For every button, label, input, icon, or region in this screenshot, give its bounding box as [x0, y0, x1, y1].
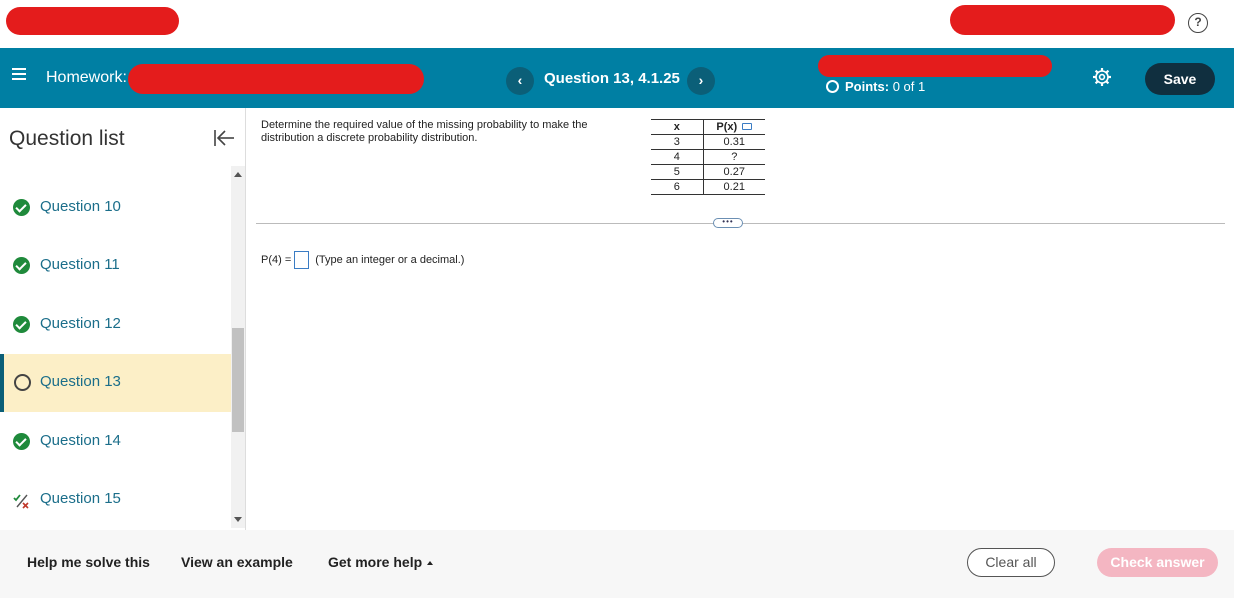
get-more-help-label: Get more help: [328, 554, 423, 570]
question-list-item-10[interactable]: Question 10: [0, 179, 231, 237]
table-row: 4 ?: [651, 149, 765, 165]
question-content: Determine the required value of the miss…: [247, 108, 1234, 530]
correct-check-icon: [13, 316, 30, 333]
question-list-title: Question list: [9, 127, 125, 150]
points-label: Points:: [845, 79, 890, 94]
scrollbar-thumb[interactable]: [232, 328, 244, 432]
question-list-item-14[interactable]: Question 14: [0, 413, 231, 471]
table-cell-px: ?: [731, 151, 738, 163]
points-indicator: Points: 0 of 1: [826, 79, 925, 94]
table-cell-px: 0.31: [723, 136, 745, 148]
question-item-label: Question 12: [40, 315, 121, 332]
homework-header: Homework: ‹ Question 13, 4.1.25 › Points…: [0, 48, 1234, 108]
action-footer: Help me solve this View an example Get m…: [0, 530, 1234, 598]
question-list-scrollbar[interactable]: [231, 166, 245, 528]
answer-input[interactable]: [294, 251, 310, 269]
partial-credit-icon: [13, 494, 29, 509]
question-item-label: Question 15: [40, 490, 121, 507]
question-list-item-11[interactable]: Question 11: [0, 237, 231, 295]
table-row: 3 0.31: [651, 134, 765, 150]
question-list-item-15[interactable]: Question 15: [0, 471, 231, 529]
question-item-label: Question 13: [40, 373, 121, 390]
redacted-score: [818, 55, 1052, 77]
scroll-down-arrow-icon[interactable]: [234, 517, 242, 522]
redacted-course-name: [950, 5, 1175, 35]
answer-row: P(4) = (Type an integer or a decimal.): [261, 251, 464, 269]
question-list-item-13[interactable]: Question 13: [0, 354, 231, 412]
previous-question-button[interactable]: ‹: [506, 67, 534, 95]
expand-more-button[interactable]: •••: [713, 218, 743, 228]
table-cell-x: 6: [651, 179, 704, 195]
question-title: Question 13, 4.1.25: [544, 70, 680, 87]
table-row: 5 0.27: [651, 164, 765, 180]
check-answer-button[interactable]: Check answer: [1097, 548, 1218, 577]
homework-title: Homework:: [46, 69, 127, 86]
redacted-homework-name: [128, 64, 424, 94]
menu-icon[interactable]: [12, 68, 26, 80]
top-strip: ?: [0, 0, 1234, 48]
copy-table-icon[interactable]: [742, 123, 753, 130]
next-question-button[interactable]: ›: [687, 67, 715, 95]
question-list-panel: Question list Question 10 Question 11 Qu…: [0, 108, 246, 530]
points-value: 0 of 1: [892, 79, 926, 94]
table-row: 6 0.21: [651, 179, 765, 195]
column-header-x: x: [651, 119, 704, 135]
correct-check-icon: [13, 257, 30, 274]
caret-up-icon: [427, 561, 434, 565]
probability-table: x P(x) 3 0.31 4 ? 5 0.27 6 0.21: [651, 119, 765, 195]
column-header-px-label: P(x): [716, 121, 738, 133]
collapse-panel-icon[interactable]: [213, 128, 235, 148]
table-cell-px: 0.27: [723, 166, 745, 178]
table-cell-px: 0.21: [723, 181, 745, 193]
help-icon[interactable]: ?: [1188, 13, 1208, 33]
question-item-label: Question 10: [40, 198, 121, 215]
correct-check-icon: [13, 433, 30, 450]
unanswered-circle-icon: [14, 374, 31, 391]
question-item-label: Question 11: [40, 256, 120, 273]
scroll-up-arrow-icon[interactable]: [234, 172, 242, 177]
question-list-item-12[interactable]: Question 12: [0, 296, 231, 354]
table-header-row: x P(x): [651, 119, 765, 135]
view-example-link[interactable]: View an example: [181, 554, 293, 570]
correct-check-icon: [13, 199, 30, 216]
column-header-px: P(x): [703, 120, 765, 135]
table-cell-x: 5: [651, 164, 704, 180]
redacted-user-name: [6, 7, 179, 35]
table-cell-x: 4: [651, 149, 704, 165]
clear-all-button[interactable]: Clear all: [967, 548, 1055, 577]
question-item-label: Question 14: [40, 432, 121, 449]
table-cell-x: 3: [651, 134, 704, 150]
get-more-help-link[interactable]: Get more help: [328, 554, 434, 570]
save-button[interactable]: Save: [1145, 63, 1215, 95]
points-ring-icon: [826, 80, 839, 93]
settings-gear-icon[interactable]: [1092, 67, 1112, 87]
question-prompt: Determine the required value of the miss…: [261, 119, 588, 144]
help-me-solve-link[interactable]: Help me solve this: [27, 554, 150, 570]
answer-hint: (Type an integer or a decimal.): [315, 254, 465, 266]
answer-label: P(4) =: [261, 254, 292, 266]
